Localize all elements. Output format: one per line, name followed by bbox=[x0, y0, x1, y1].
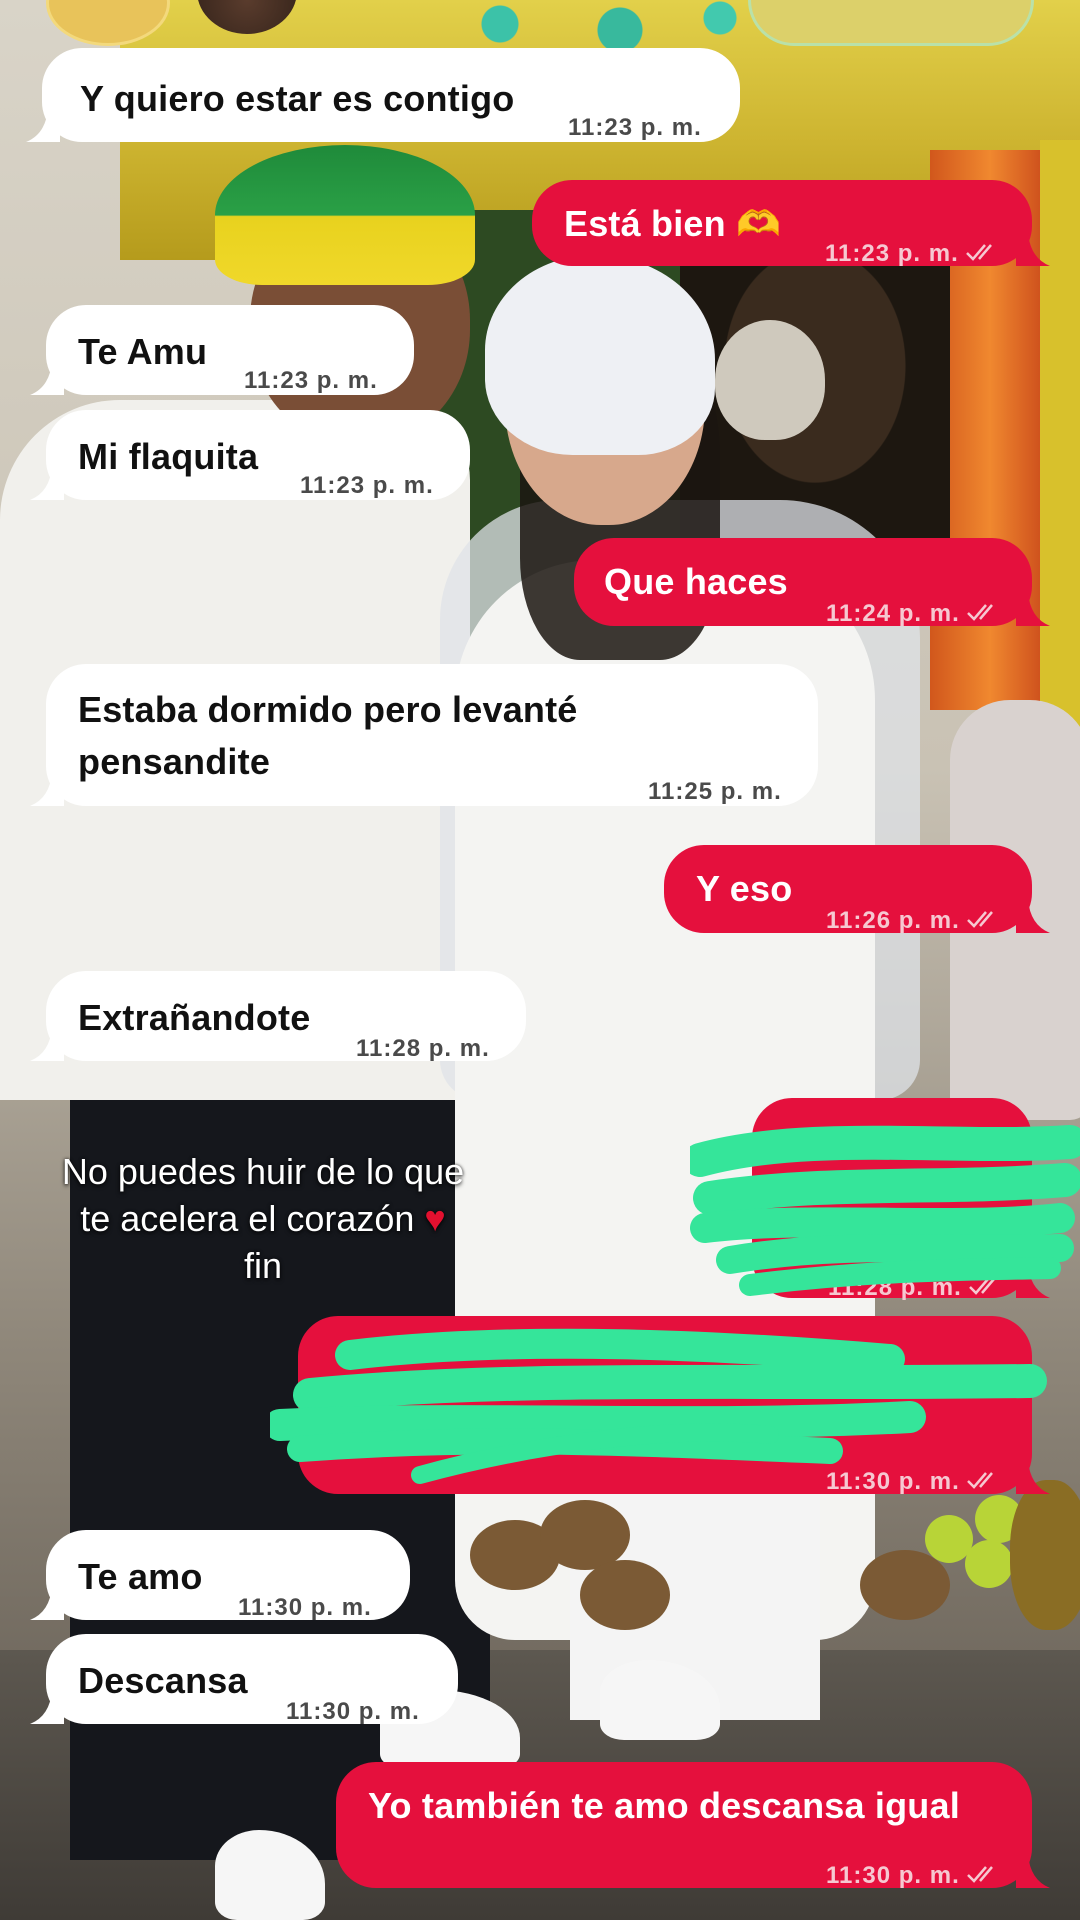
caption-line-1: No puedes huir de lo que bbox=[61, 1151, 465, 1192]
double-check-icon bbox=[966, 604, 993, 621]
message-time: 11:30 p. m. bbox=[238, 1594, 372, 1621]
message-incoming[interactable]: Te Amu 11:23 p. m. bbox=[30, 305, 414, 395]
message-outgoing[interactable]: Yo también te amo descansa igual 11:30 p… bbox=[336, 1762, 1050, 1889]
message-incoming[interactable]: Descansa 11:30 p. m. bbox=[30, 1634, 458, 1725]
caption-line-3: fin bbox=[243, 1245, 283, 1286]
call-buttons[interactable] bbox=[748, 0, 1034, 46]
heart-icon: ♥ bbox=[424, 1198, 446, 1239]
message-incoming[interactable]: Extrañandote 11:28 p. m. bbox=[30, 971, 526, 1062]
overlay-caption: No puedes huir de lo que te acelera el c… bbox=[28, 1148, 498, 1289]
message-time: 11:30 p. m. bbox=[286, 1698, 420, 1725]
message-outgoing[interactable]: Que haces 11:24 p. m. bbox=[574, 538, 1050, 627]
message-time: 11:28 p. m. bbox=[356, 1035, 490, 1062]
message-time: 11:25 p. m. bbox=[648, 778, 782, 805]
message-text-line-1: Estaba dormido pero levanté bbox=[78, 689, 578, 730]
double-check-icon bbox=[965, 244, 992, 261]
double-check-icon bbox=[966, 1866, 993, 1883]
message-time: 11:26 p. m. bbox=[826, 907, 960, 934]
background-photo bbox=[0, 0, 1080, 1920]
message-text: Yo también te amo descansa igual bbox=[368, 1785, 960, 1826]
message-time: 11:30 p. m. bbox=[826, 1862, 960, 1889]
message-time: 11:23 p. m. bbox=[825, 240, 959, 267]
message-outgoing[interactable]: Está bien 🫶 11:23 p. m. bbox=[532, 180, 1050, 267]
message-incoming[interactable]: Mi flaquita 11:23 p. m. bbox=[30, 410, 470, 500]
message-outgoing[interactable]: Y eso 11:26 p. m. bbox=[664, 845, 1050, 934]
message-incoming[interactable]: Y quiero estar es contigo 11:23 p. m. bbox=[26, 48, 740, 142]
message-incoming[interactable]: Estaba dormido pero levanté pensandite 1… bbox=[30, 664, 818, 806]
message-time: 11:23 p. m. bbox=[300, 472, 434, 499]
caption-line-2: te acelera el corazón ♥ bbox=[28, 1195, 498, 1242]
message-time: 11:23 p. m. bbox=[568, 114, 702, 141]
caption-line-2-text: te acelera el corazón bbox=[80, 1198, 415, 1239]
double-check-icon bbox=[966, 911, 993, 928]
message-time: 11:23 p. m. bbox=[244, 367, 378, 394]
censor-scribble bbox=[270, 1328, 1047, 1484]
message-incoming[interactable]: Te amo 11:30 p. m. bbox=[30, 1530, 410, 1621]
message-time: 11:24 p. m. bbox=[826, 600, 960, 627]
censor-scribble bbox=[690, 1125, 1080, 1296]
